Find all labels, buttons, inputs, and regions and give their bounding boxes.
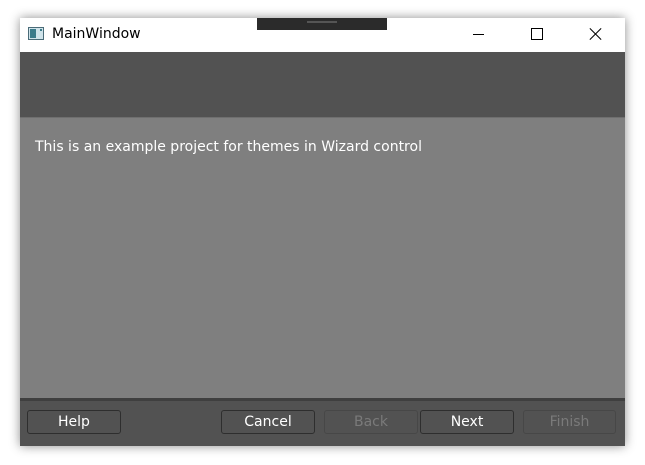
back-button[interactable]: Back <box>324 410 418 434</box>
minimize-icon <box>473 34 484 35</box>
app-window-icon <box>28 27 44 40</box>
cancel-button[interactable]: Cancel <box>221 410 315 434</box>
window-title: MainWindow <box>52 26 141 42</box>
close-icon <box>589 27 603 41</box>
wizard-header <box>20 52 625 117</box>
close-button[interactable] <box>567 18 625 52</box>
wizard-page-content: This is an example project for themes in… <box>20 118 625 398</box>
wizard-page-text: This is an example project for themes in… <box>35 139 422 155</box>
help-button[interactable]: Help <box>27 410 121 434</box>
finish-button[interactable]: Finish <box>523 410 616 434</box>
wizard-button-bar: Help Cancel Back Next Finish <box>20 401 625 446</box>
minimize-button[interactable] <box>449 18 507 52</box>
main-window: MainWindow This is an example project fo… <box>20 18 625 446</box>
next-button[interactable]: Next <box>420 410 514 434</box>
maximize-button[interactable] <box>507 18 565 52</box>
title-bar[interactable]: MainWindow <box>20 18 625 52</box>
snap-layout-handle[interactable] <box>257 18 387 30</box>
maximize-icon <box>531 28 543 40</box>
